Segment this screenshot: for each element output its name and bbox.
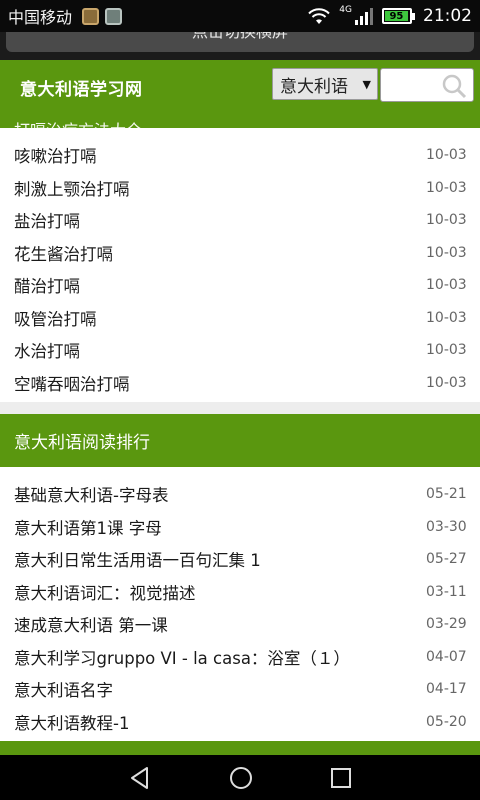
item-date: 10-03 bbox=[426, 179, 467, 196]
item-date: 03-29 bbox=[426, 616, 467, 633]
item-title: 盐治打嗝 bbox=[14, 212, 80, 232]
item-title: 意大利语名字 bbox=[14, 681, 113, 701]
item-date: 10-03 bbox=[426, 374, 467, 391]
ranking-section-title: 意大利语阅读排行 bbox=[0, 414, 480, 467]
list-item[interactable]: 意大利语第1课 字母 03-30 bbox=[0, 511, 480, 544]
item-title: 水治打嗝 bbox=[14, 342, 80, 362]
item-title: 意大利日常生活用语一百句汇集 1 bbox=[14, 551, 261, 571]
list-item[interactable]: 意大利语名字 04-17 bbox=[0, 673, 480, 706]
rotate-screen-label: 点击切换横屏 bbox=[6, 32, 474, 42]
carrier-name: 中国移动 bbox=[8, 8, 73, 27]
item-date: 05-27 bbox=[426, 551, 467, 568]
battery-icon: 95 bbox=[382, 8, 415, 24]
wifi-icon bbox=[307, 7, 331, 25]
search-input[interactable] bbox=[385, 69, 445, 99]
item-date: 05-20 bbox=[426, 713, 467, 730]
item-title: 咳嗽治打嗝 bbox=[14, 147, 97, 167]
list-item[interactable]: 意大利语教程-1 05-20 bbox=[0, 706, 480, 739]
clock: 21:02 bbox=[423, 6, 472, 26]
language-select[interactable]: 意大利语 ▼ bbox=[272, 68, 378, 100]
search-icon[interactable] bbox=[441, 73, 467, 103]
signal-icon bbox=[354, 7, 374, 25]
item-date: 04-07 bbox=[426, 648, 467, 665]
item-title: 吸管治打嗝 bbox=[14, 309, 97, 329]
list-item[interactable]: 水治打嗝 10-03 bbox=[0, 334, 480, 367]
network-type: 4G bbox=[339, 5, 352, 15]
item-date: 10-03 bbox=[426, 277, 467, 294]
language-select-value: 意大利语 bbox=[280, 76, 348, 97]
home-icon[interactable] bbox=[228, 765, 254, 791]
item-title: 意大利语教程-1 bbox=[14, 713, 130, 733]
list-item[interactable]: 空嘴吞咽治打嗝 10-03 bbox=[0, 367, 480, 400]
back-icon[interactable] bbox=[127, 765, 153, 791]
item-title: 刺激上颚治打嗝 bbox=[14, 179, 130, 199]
list-item[interactable]: 花生酱治打嗝 10-03 bbox=[0, 237, 480, 270]
section-title-partial: 打嗝治疗方法大全 bbox=[14, 117, 142, 128]
list-item[interactable]: 盐治打嗝 10-03 bbox=[0, 204, 480, 237]
item-title: 空嘴吞咽治打嗝 bbox=[14, 374, 130, 394]
item-date: 10-03 bbox=[426, 212, 467, 229]
list-item[interactable]: 意大利语词汇：视觉描述 03-11 bbox=[0, 576, 480, 609]
list-item[interactable]: 基础意大利语-字母表 05-21 bbox=[0, 478, 480, 511]
item-title: 醋治打嗝 bbox=[14, 277, 80, 297]
item-title: 意大利语第1课 字母 bbox=[14, 518, 162, 538]
ranking-list: 基础意大利语-字母表 05-21 意大利语第1课 字母 03-30 意大利日常生活用… bbox=[0, 467, 480, 741]
item-title: 意大利语词汇：视觉描述 bbox=[14, 583, 196, 603]
item-title: 基础意大利语-字母表 bbox=[14, 486, 169, 506]
article-list: 咳嗽治打嗝 10-03 刺激上颚治打嗝 10-03 盐治打嗝 10-03 花生酱治打嗝… bbox=[0, 128, 480, 402]
site-header: 意大利语学习网 意大利语 ▼ 打嗝治疗方法大全 bbox=[0, 60, 480, 128]
rotate-screen-button[interactable]: 点击切换横屏 bbox=[6, 32, 474, 52]
site-logo[interactable]: 意大利语学习网 bbox=[20, 75, 143, 100]
list-item[interactable]: 咳嗽治打嗝 10-03 bbox=[0, 139, 480, 172]
navigation-bar bbox=[0, 755, 480, 800]
image-notification-icon bbox=[105, 7, 123, 25]
item-title: 意大利学习gruppo VI - la casa：浴室（１） bbox=[14, 648, 350, 668]
item-date: 10-03 bbox=[426, 309, 467, 326]
list-item[interactable]: 意大利学习gruppo VI - la casa：浴室（１） 04-07 bbox=[0, 641, 480, 674]
list-item[interactable]: 醋治打嗝 10-03 bbox=[0, 269, 480, 302]
list-item[interactable]: 速成意大利语 第一课 03-29 bbox=[0, 608, 480, 641]
footer-strip bbox=[0, 741, 480, 755]
list-item[interactable]: 意大利日常生活用语一百句汇集 1 05-27 bbox=[0, 543, 480, 576]
item-date: 05-21 bbox=[426, 486, 467, 503]
item-date: 10-03 bbox=[426, 342, 467, 359]
item-date: 03-11 bbox=[426, 583, 467, 600]
list-item[interactable]: 刺激上颚治打嗝 10-03 bbox=[0, 172, 480, 205]
item-date: 10-03 bbox=[426, 147, 467, 164]
item-title: 速成意大利语 第一课 bbox=[14, 616, 168, 636]
status-bar: 中国移动 4G 95 21:02 bbox=[0, 0, 480, 32]
search-box[interactable] bbox=[380, 68, 474, 102]
list-item[interactable]: 吸管治打嗝 10-03 bbox=[0, 302, 480, 335]
app-notification-icon bbox=[82, 7, 100, 25]
battery-level: 95 bbox=[385, 11, 408, 22]
item-title: 花生酱治打嗝 bbox=[14, 244, 113, 264]
item-date: 04-17 bbox=[426, 681, 467, 698]
item-date: 03-30 bbox=[426, 518, 467, 535]
item-date: 10-03 bbox=[426, 244, 467, 261]
recents-icon[interactable] bbox=[329, 766, 353, 790]
dropdown-arrow-icon: ▼ bbox=[362, 78, 371, 91]
